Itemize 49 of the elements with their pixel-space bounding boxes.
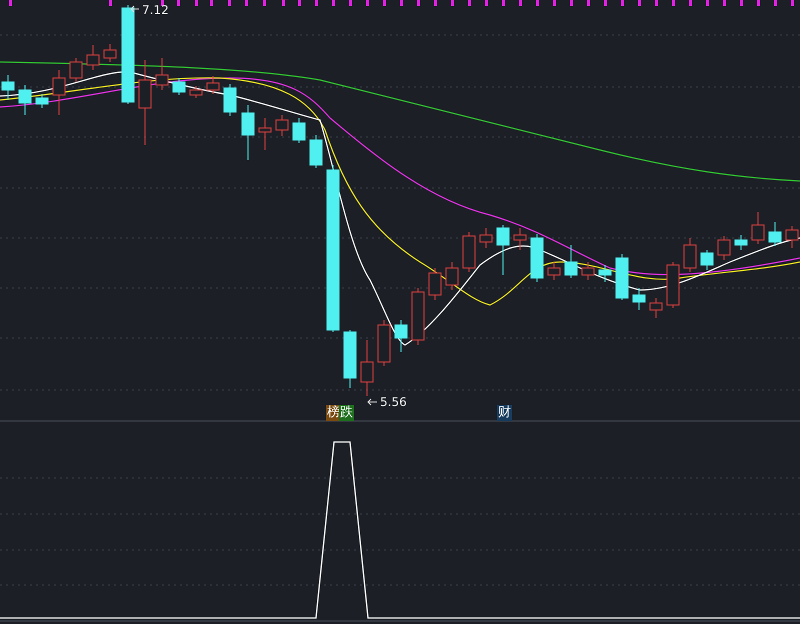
arrow-icon [130, 6, 140, 12]
candlestick [310, 134, 322, 168]
candlestick [564, 244, 578, 278]
candlestick [258, 118, 272, 150]
candlestick [684, 238, 696, 272]
signal-tag: 财 [497, 405, 512, 421]
candlestick [224, 84, 236, 116]
arrow-icon [367, 398, 378, 406]
candlestick [36, 94, 48, 108]
candlestick [104, 44, 116, 62]
candlestick [378, 320, 390, 366]
candlestick [514, 228, 526, 250]
candlestick [292, 118, 306, 144]
candlestick [156, 58, 168, 90]
candlestick [530, 234, 544, 282]
candlestick [86, 44, 100, 70]
candlestick [394, 320, 408, 352]
signal-tag: 跌 [339, 405, 354, 421]
candlestick [344, 330, 356, 388]
candlestick [632, 288, 646, 310]
candlestick [462, 232, 476, 272]
candlestick [666, 262, 680, 308]
candlestick [276, 114, 288, 136]
low-price-label: 5.56 [380, 395, 407, 409]
candlestick [360, 340, 374, 396]
candlestick [598, 264, 612, 282]
candlestick [190, 86, 202, 98]
high-price-label: 7.12 [142, 3, 169, 17]
candlestick [70, 58, 82, 82]
candlestick [206, 76, 220, 94]
candlestick [700, 250, 714, 270]
candlestick [548, 262, 560, 280]
candlestick [734, 234, 748, 250]
candlestick [428, 268, 442, 300]
candlestick [480, 228, 492, 248]
candlestick [768, 222, 782, 246]
candlestick [446, 262, 458, 290]
candlestick [412, 288, 424, 346]
candlestick [752, 212, 764, 244]
candlestick [582, 262, 594, 280]
candlestick [496, 224, 510, 276]
candlestick [616, 254, 628, 300]
candlestick [2, 74, 14, 100]
candlestick [172, 78, 186, 96]
candlestick [18, 84, 32, 116]
candlestick [52, 70, 66, 116]
candlestick [242, 104, 254, 160]
candlestick [650, 298, 662, 318]
candlestick [718, 236, 730, 260]
